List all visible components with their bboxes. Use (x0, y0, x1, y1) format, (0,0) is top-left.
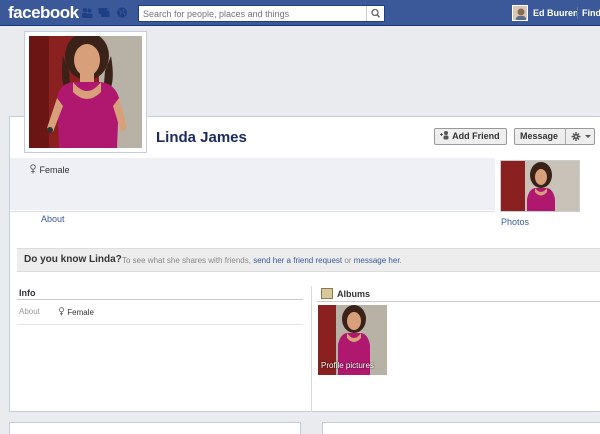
know-text-end: . (399, 256, 402, 265)
bottom-card-right (322, 422, 600, 434)
user-avatar[interactable] (512, 5, 528, 21)
about-row-label: About (19, 307, 40, 316)
photos-tab-link[interactable]: Photos (501, 217, 529, 227)
do-you-know-text: To see what she shares with friends, sen… (122, 256, 402, 265)
search-input[interactable] (139, 6, 365, 21)
gear-icon (571, 132, 591, 141)
top-navigation-bar: facebook Ed Buuren Find (0, 0, 600, 26)
notifications-globe-icon[interactable] (116, 7, 128, 18)
know-text-prefix: To see what she shares with friends, (122, 256, 251, 265)
message-label: Message (520, 131, 559, 141)
photos-thumbnail[interactable] (500, 160, 580, 212)
chevron-down-icon (585, 135, 591, 138)
messages-icon[interactable] (98, 7, 110, 18)
sex-info: Female (29, 164, 70, 175)
profile-picture-frame[interactable] (24, 31, 147, 153)
profile-name[interactable]: Linda James (156, 129, 247, 146)
search-button[interactable] (366, 6, 384, 21)
bottom-card-left (9, 422, 301, 434)
about-tab-link[interactable]: About (41, 214, 65, 224)
message-her-link[interactable]: message her (354, 256, 400, 265)
profile-picture (29, 32, 142, 148)
sex-value: Female (39, 165, 70, 175)
find-friends-link[interactable]: Find (582, 8, 600, 18)
message-button[interactable]: Message (514, 128, 595, 145)
column-divider (311, 286, 312, 412)
add-friend-label: Add Friend (452, 131, 500, 141)
divider (17, 324, 303, 325)
search-box (138, 5, 385, 22)
info-section-title[interactable]: Info (19, 288, 36, 298)
send-friend-request-link[interactable]: send her a friend request (253, 256, 342, 265)
female-icon (59, 307, 64, 316)
facebook-logo[interactable]: facebook (8, 3, 79, 23)
divider (17, 299, 303, 300)
albums-section-title[interactable]: Albums (337, 289, 370, 299)
search-icon (371, 8, 381, 18)
about-sex-value: Female (67, 308, 94, 317)
add-friend-icon (440, 131, 449, 140)
user-name-link[interactable]: Ed Buuren (533, 8, 579, 18)
do-you-know-title: Do you know Linda? (24, 254, 122, 265)
female-icon (30, 164, 36, 174)
about-row-value: Female (58, 307, 94, 317)
divider (317, 301, 600, 302)
divider (10, 211, 495, 212)
albums-icon (321, 288, 333, 299)
nav-divider (577, 7, 578, 19)
add-friend-button[interactable]: Add Friend (434, 128, 507, 145)
settings-dropdown-button[interactable] (565, 129, 595, 144)
know-text-or: or (344, 256, 352, 265)
album-label: Profile pictures (321, 361, 374, 370)
friend-requests-icon[interactable] (81, 7, 93, 18)
profile-info-band (10, 158, 495, 210)
